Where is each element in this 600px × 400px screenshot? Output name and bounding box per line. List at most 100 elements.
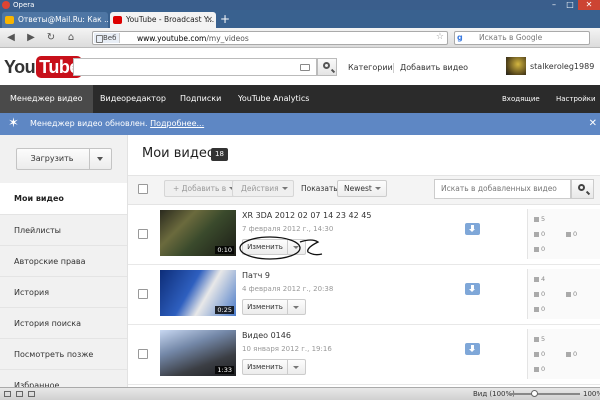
views-icon [534,336,539,342]
opera-logo-icon [2,1,10,9]
reload-icon[interactable]: ↻ [44,31,58,45]
browser-search-placeholder: Искать в Google [479,33,543,42]
sidebar-item-copyright[interactable]: Авторские права [0,245,127,276]
notice-message: Менеджер видео обновлен. Подробнее... [30,119,205,128]
avatar[interactable] [506,57,526,75]
tab-label: YouTube - Broadcast Y... [126,15,215,24]
keyboard-icon[interactable] [300,64,310,71]
star-icon: ✶ [8,116,19,131]
table-row: 1:33 Видео 0146 10 января 2012 г., 19:16… [128,325,600,385]
video-checkbox[interactable] [138,349,148,359]
video-title[interactable]: Патч 9 [242,271,270,280]
chevron-down-icon[interactable] [97,157,103,161]
download-icon[interactable] [465,343,480,355]
browser-search-input[interactable]: g Искать в Google [454,31,590,45]
comments-stat: 0 [566,230,577,238]
browser-status-bar: Вид (100%) 100% [0,387,600,400]
nav-video-manager[interactable]: Менеджер видео [0,85,93,113]
categories-link[interactable]: Категории [348,63,393,72]
window-controls: – □ ✕ [546,0,600,10]
masthead-divider [393,63,394,73]
download-icon[interactable] [465,283,480,295]
sidebar: Загрузить Мои видео Плейлисты Авторские … [0,135,128,387]
views-icon [534,276,539,282]
nav-youtube-analytics[interactable]: YouTube Analytics [228,85,319,113]
notice-banner: ✶ Менеджер видео обновлен. Подробнее... … [0,113,600,135]
video-toolbar: + Добавить в Действия Показать: Newest И… [128,175,600,205]
actions-button[interactable]: Действия [232,180,294,197]
video-thumbnail[interactable]: 1:33 [160,330,236,376]
sidebar-item-playlists[interactable]: Плейлисты [0,214,127,245]
download-icon[interactable] [465,223,480,235]
dislikes-stat: 0 [534,245,545,253]
upload-label: Загрузить [30,154,74,163]
video-title[interactable]: Видео 0146 [242,331,291,340]
youtube-logo[interactable]: You Tube [4,54,82,80]
tab-mail-answers[interactable]: Ответы@Mail.Ru: Как ... [2,12,108,28]
upload-button[interactable]: Загрузить [16,148,112,170]
notice-more-link[interactable]: Подробнее... [150,119,204,128]
video-thumbnail[interactable]: 0:25 [160,270,236,316]
comment-icon [566,351,571,357]
sidebar-item-my-videos[interactable]: Мои видео [0,183,127,214]
search-icon [323,62,330,69]
youtube-masthead: You Tube Категории Добавить видео stalke… [0,48,600,85]
edit-button[interactable]: Изменить [242,359,288,375]
video-checkbox[interactable] [138,289,148,299]
username[interactable]: stalkeroleg1989 [530,62,594,71]
edit-button[interactable]: Изменить [242,299,288,315]
youtube-search-button[interactable] [317,58,337,76]
edit-button[interactable]: Изменить [242,239,288,255]
nav-inbox[interactable]: Входящие [502,85,540,113]
home-icon[interactable]: ⌂ [64,31,78,45]
video-checkbox[interactable] [138,229,148,239]
forward-arrow-icon[interactable]: ▶ [24,31,38,45]
show-label: Показать: [301,184,341,193]
thumbs-down-icon [534,306,539,312]
video-stats: 5 0 0 0 [527,329,600,379]
sidebar-item-favorites[interactable]: Избранное [0,369,127,387]
view-label[interactable]: Вид (100%) [473,388,515,400]
tab-close-icon[interactable]: ✕ [206,12,213,28]
video-stats: 5 0 0 0 [527,209,600,259]
back-arrow-icon[interactable]: ◀ [4,31,18,45]
nav-subscriptions[interactable]: Подписки [170,85,231,113]
sort-select[interactable]: Newest [337,180,387,197]
nav-video-editor[interactable]: Видеоредактор [90,85,176,113]
sidebar-item-watch-later[interactable]: Посмотреть позже [0,338,127,369]
zoom-slider[interactable] [510,393,580,395]
maximize-button[interactable]: □ [562,0,578,10]
window-titlebar: Opera – □ ✕ [0,0,600,10]
comments-stat: 0 [566,350,577,358]
site-info-badge[interactable]: Веб [94,33,121,43]
bookmark-star-icon[interactable]: ☆ [436,32,444,42]
youtube-search-input[interactable] [73,58,317,76]
duration-badge: 0:25 [215,306,234,314]
select-all-checkbox[interactable] [138,184,148,194]
video-search-input[interactable]: Искать в добавленных видео [434,179,571,199]
add-video-link[interactable]: Добавить видео [400,63,468,72]
upload-divider [89,149,90,169]
sidebar-item-history[interactable]: История [0,276,127,307]
window-close-button[interactable]: ✕ [578,0,600,10]
add-to-button[interactable]: + Добавить в [164,180,242,197]
panel-toggle-icon[interactable] [4,391,11,397]
edit-dropdown-button[interactable] [288,239,306,255]
cloud-icon[interactable] [16,391,23,397]
edit-dropdown-button[interactable] [288,359,306,375]
tab-youtube[interactable]: YouTube - Broadcast Y... ✕ [110,12,216,28]
sidebar-item-search-history[interactable]: История поиска [0,307,127,338]
zoom-slider-handle[interactable] [531,390,538,397]
nav-settings[interactable]: Настройки [556,85,596,113]
video-title[interactable]: XR 3DA 2012 02 07 14 23 42 45 [242,211,371,220]
minimize-button[interactable]: – [546,0,562,10]
speed-dial-icon[interactable] [28,391,35,397]
video-thumbnail[interactable]: 0:10 [160,210,236,256]
new-tab-button[interactable]: + [220,12,230,26]
close-icon[interactable]: ✕ [589,113,597,135]
address-bar[interactable]: Веб www.youtube.com/my_videos ☆ [92,31,448,45]
url-text[interactable]: www.youtube.com/my_videos [137,33,249,44]
edit-dropdown-button[interactable] [288,299,306,315]
dislikes-stat: 0 [534,365,545,373]
video-search-button[interactable] [571,179,594,199]
